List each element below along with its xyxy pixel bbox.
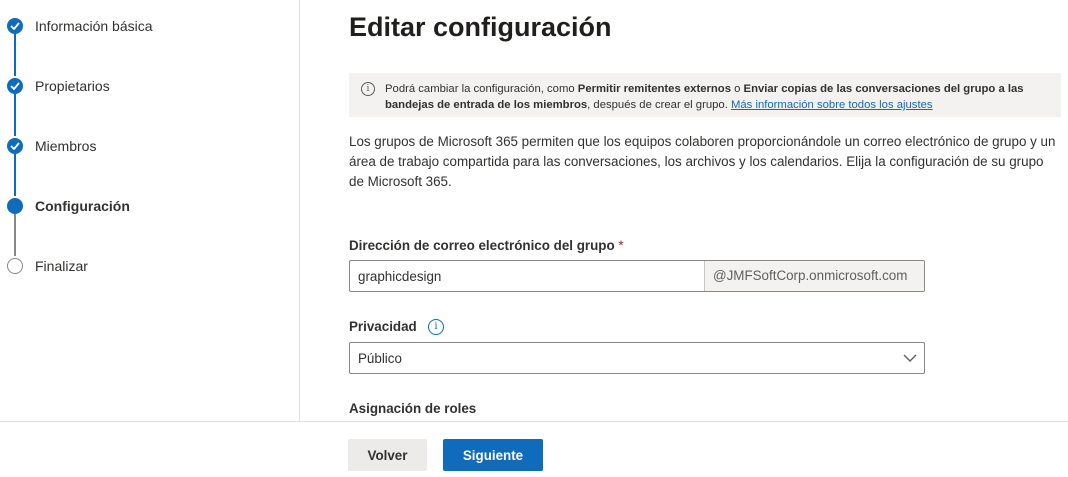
step-connector — [14, 34, 16, 76]
check-icon — [7, 18, 23, 34]
info-icon: i — [361, 82, 375, 96]
back-button[interactable]: Volver — [348, 439, 427, 471]
roles-label: Asignación de roles — [349, 401, 477, 416]
current-step-icon — [7, 198, 23, 214]
step-label: Finalizar — [35, 258, 88, 274]
next-button[interactable]: Siguiente — [443, 439, 543, 471]
page-title: Editar configuración — [349, 12, 612, 42]
notice-text: Podrá cambiar la configuración, como Per… — [385, 83, 1024, 111]
privacy-dropdown[interactable]: Público — [349, 342, 925, 374]
wizard-footer: Volver Siguiente — [0, 421, 1068, 477]
email-domain-suffix: @JMFSoftCorp.onmicrosoft.com — [704, 261, 924, 291]
more-info-link[interactable]: Más información sobre todos los ajustes — [731, 99, 933, 111]
privacy-selected-value: Público — [358, 351, 402, 366]
chevron-down-icon — [903, 354, 917, 362]
check-icon — [7, 138, 23, 154]
email-field[interactable]: graphicdesign @JMFSoftCorp.onmicrosoft.c… — [349, 260, 925, 292]
step-connector — [14, 214, 16, 256]
step-connector — [14, 94, 16, 136]
info-notice: i Podrá cambiar la configuración, como P… — [349, 73, 1061, 117]
step-label: Miembros — [35, 138, 97, 154]
email-input-value[interactable]: graphicdesign — [358, 269, 441, 284]
check-icon — [7, 78, 23, 94]
wizard-stepper: Información básica Propietarios Miembros… — [0, 0, 300, 421]
step-connector — [14, 154, 16, 196]
step-label: Configuración — [35, 198, 130, 214]
group-description: Los grupos de Microsoft 365 permiten que… — [349, 134, 1056, 189]
info-icon[interactable]: i — [428, 319, 444, 335]
required-mark: * — [618, 238, 624, 253]
step-label: Propietarios — [35, 78, 110, 94]
pending-step-icon — [7, 258, 23, 274]
email-label: Dirección de correo electrónico del grup… — [349, 238, 624, 253]
step-label: Información básica — [35, 18, 153, 34]
privacy-label: Privacidad — [349, 319, 417, 334]
